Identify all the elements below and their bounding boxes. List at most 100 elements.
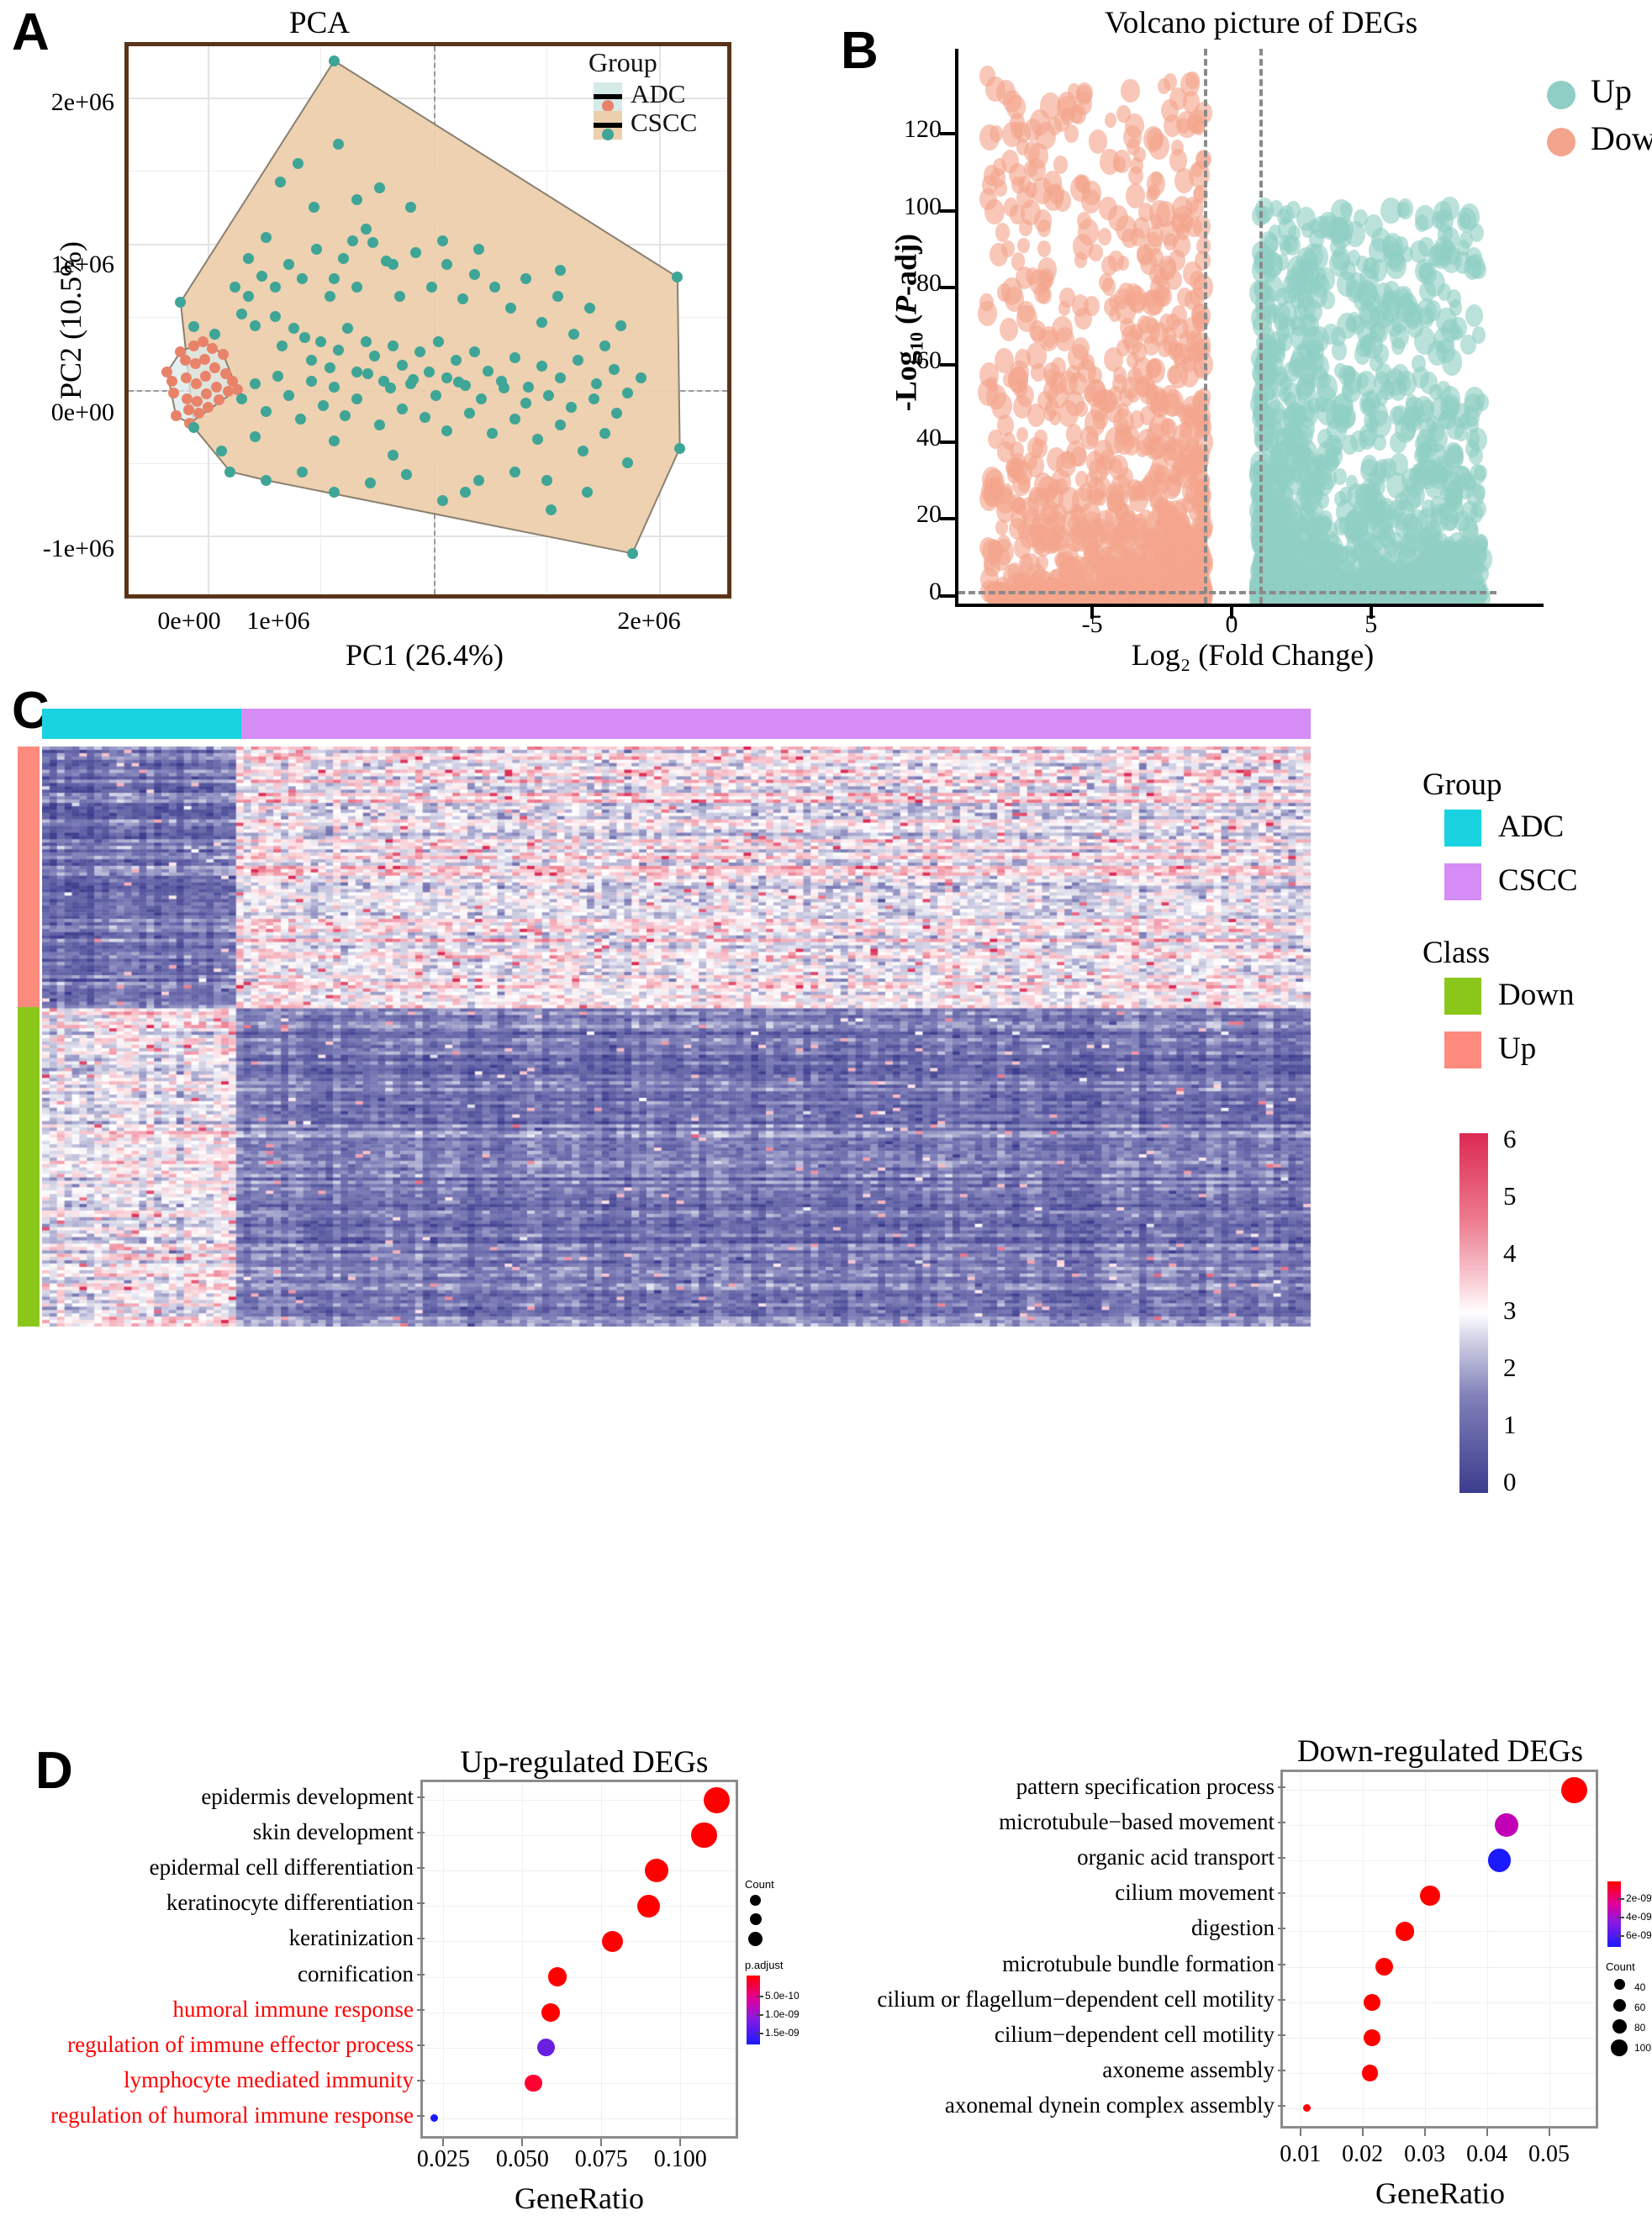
panel-c-heatmap[interactable] <box>42 746 1311 1327</box>
panel-d-right-category-label: axoneme assembly <box>1102 2056 1275 2082</box>
panel-a-legend-label-cscc: CSCC <box>631 108 698 137</box>
panel-d-left-dot[interactable] <box>536 2039 556 2057</box>
panel-d-right-gridline-h <box>1283 2108 1596 2109</box>
panel-d-right-gridline-h <box>1283 1860 1596 1862</box>
panel-b-point-up <box>1415 434 1430 453</box>
panel-b-point-down <box>1159 255 1177 278</box>
panel-a-point-cscc <box>441 258 453 270</box>
panel-b-fc-threshold-line-0 <box>1203 49 1207 604</box>
panel-b-point-up <box>1443 497 1464 524</box>
panel-d-left-legend-padjust-tickmark-0 <box>757 1996 763 1997</box>
panel-d-right-legend-count-dot-3 <box>1611 2039 1628 2056</box>
panel-d-left-dot[interactable] <box>601 1930 624 1953</box>
panel-d-right-dot[interactable] <box>1495 1813 1519 1838</box>
panel-b-point-up <box>1465 303 1483 327</box>
panel-b-point-up <box>1273 586 1290 604</box>
panel-a-point-cscc <box>215 446 227 457</box>
panel-b-ytickmark-0 <box>940 593 957 598</box>
panel-d-right-dot[interactable] <box>1361 2065 1379 2081</box>
panel-d-left-dot[interactable] <box>525 2074 542 2092</box>
panel-b-point-down <box>1064 124 1079 143</box>
panel-b-point-up <box>1312 543 1331 567</box>
panel-d-left-dot[interactable] <box>541 2002 561 2022</box>
panel-b-point-down <box>1143 335 1160 356</box>
panel-d-left-dot[interactable] <box>691 1823 717 1849</box>
panel-d-right-legend-padjust-tick-2: 6e-09 <box>1626 1929 1652 1941</box>
panel-d-right-dot[interactable] <box>1363 2028 1380 2046</box>
panel-b-point-up <box>1295 272 1313 296</box>
panel-a-point-cscc <box>329 55 340 66</box>
panel-d-right-dot[interactable] <box>1487 1849 1512 1873</box>
panel-d-right-dot[interactable] <box>1302 2104 1311 2113</box>
panel-d-right-xtick-4: 0.05 <box>1528 2141 1570 2167</box>
panel-d-left-plot-area[interactable] <box>420 1780 738 2139</box>
panel-b-point-down <box>1112 150 1132 173</box>
panel-d-right-title: Down-regulated DEGs <box>1296 1734 1584 1769</box>
panel-d-left-category-label: keratinization <box>288 1925 414 1951</box>
panel-b-point-up <box>1435 208 1454 233</box>
panel-d-left-dot[interactable] <box>636 1894 661 1918</box>
panel-d-right-dot[interactable] <box>1419 1886 1440 1907</box>
panel-b-point-down <box>1186 542 1200 559</box>
panel-b-point-down <box>1058 371 1078 396</box>
panel-d-right-dot[interactable] <box>1395 1922 1415 1941</box>
panel-b-point-down <box>1181 564 1198 587</box>
panel-d-left-xtick-3: 0.100 <box>653 2146 707 2172</box>
panel-b-point-up <box>1397 567 1410 584</box>
panel-b-point-up <box>1459 203 1480 230</box>
panel-b-point-up <box>1262 465 1279 485</box>
panel-d-left-xtickmark-1 <box>521 2139 524 2146</box>
panel-d-right-gridline-h <box>1283 1931 1596 1933</box>
panel-a-point-cscc <box>294 413 306 425</box>
panel-d-right-dot[interactable] <box>1560 1776 1587 1803</box>
panel-d-left-dot[interactable] <box>704 1786 730 1813</box>
panel-b-point-up <box>1410 240 1428 264</box>
panel-d-right-legend-padjust-colorbar <box>1607 1881 1621 1947</box>
panel-b-point-down <box>1174 351 1187 369</box>
panel-b-point-down <box>1001 240 1015 257</box>
panel-b-point-down <box>1162 326 1176 346</box>
panel-d-right-legend-padjust-tickmark-1 <box>1618 1917 1624 1918</box>
panel-a-point-cscc <box>475 393 487 404</box>
panel-d-right-ytickmark <box>1278 2069 1285 2071</box>
panel-d-right-dot[interactable] <box>1375 1958 1393 1976</box>
panel-a-point-cscc <box>297 466 309 477</box>
panel-d-left-ytickmark <box>417 2079 425 2081</box>
panel-b-point-up <box>1471 326 1486 345</box>
panel-b-point-down <box>999 317 1018 341</box>
panel-d-right-dot[interactable] <box>1363 1993 1380 2011</box>
panel-d-left-ytickmark <box>417 1973 425 1976</box>
panel-d-right-xtickmark-4 <box>1548 2129 1550 2136</box>
panel-b-point-down <box>1094 389 1106 405</box>
panel-a-point-adc <box>208 362 220 373</box>
panel-b-xtickmark-2 <box>1369 604 1373 619</box>
panel-b-point-up <box>1416 298 1437 325</box>
panel-b-point-down <box>1027 455 1045 477</box>
panel-b-point-down <box>1054 190 1072 213</box>
panel-d-left-category-label: lymphocyte mediated immunity <box>124 2066 414 2092</box>
panel-d-left-ytickmark <box>417 2044 425 2046</box>
panel-d-right-xtickmark-0 <box>1299 2129 1301 2136</box>
panel-d-left-dot[interactable] <box>547 1967 567 1986</box>
panel-b-point-down <box>1106 490 1125 514</box>
panel-a-point-cscc <box>208 329 220 340</box>
panel-b-point-down <box>1070 103 1087 124</box>
panel-d-left-xtickmark-0 <box>442 2139 445 2146</box>
panel-a-point-cscc <box>468 346 480 357</box>
panel-c-row-annotation-down <box>18 1007 40 1327</box>
panel-d-left-dot[interactable] <box>430 2114 439 2123</box>
panel-a-point-cscc <box>531 434 543 446</box>
panel-b-point-up <box>1344 316 1357 332</box>
panel-d-left-dot[interactable] <box>645 1859 669 1883</box>
panel-a-point-cscc <box>310 244 322 256</box>
panel-d-right-plot-area[interactable] <box>1280 1770 1598 2129</box>
panel-a-point-cscc <box>329 381 340 393</box>
panel-d-right-ytickmark <box>1278 1928 1285 1930</box>
panel-b-point-down <box>1058 300 1071 316</box>
panel-b-point-down <box>979 187 997 210</box>
panel-b-point-up <box>1370 354 1383 372</box>
panel-a-point-cscc <box>235 308 247 319</box>
panel-b-point-up <box>1474 563 1489 583</box>
panel-b-plot-area[interactable] <box>958 49 1496 604</box>
panel-c-colorbar-tick-3: 3 <box>1503 1295 1517 1325</box>
